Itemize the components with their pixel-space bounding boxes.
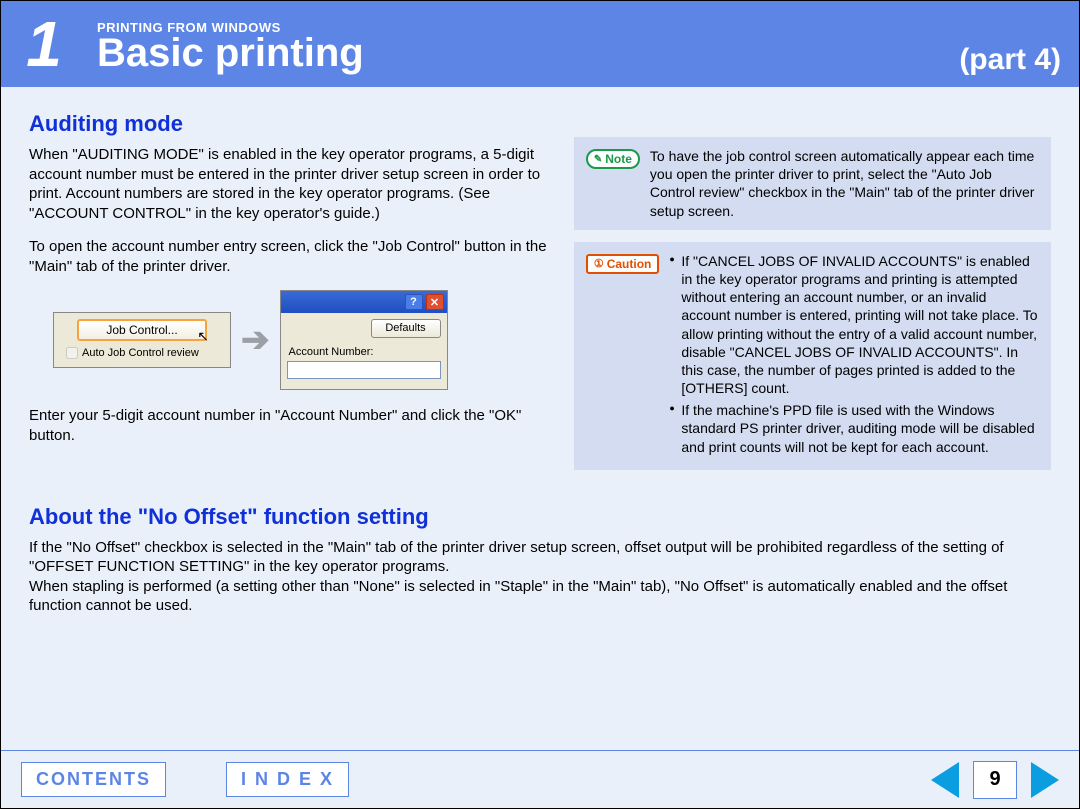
index-button[interactable]: I N D E X — [226, 762, 349, 797]
screenshot-row: Job Control... ↖ Auto Job Control review… — [53, 290, 556, 390]
screenshot-account-number: ? ✕ Defaults Account Number: — [280, 290, 448, 390]
job-control-button-label: Job Control... — [106, 323, 177, 337]
caution-list: If "CANCEL JOBS OF INVALID ACCOUNTS" is … — [669, 252, 1039, 460]
caution-callout: Caution If "CANCEL JOBS OF INVALID ACCOU… — [574, 242, 1051, 470]
section-heading-no-offset: About the "No Offset" function setting — [29, 504, 1051, 530]
header-titles: PRINTING FROM WINDOWS Basic printing — [97, 16, 364, 73]
caution-badge: Caution — [586, 254, 660, 274]
prev-page-button[interactable] — [931, 762, 959, 798]
caution-item: If "CANCEL JOBS OF INVALID ACCOUNTS" is … — [669, 252, 1039, 398]
note-callout: Note To have the job control screen auto… — [574, 137, 1051, 230]
help-icon: ? — [405, 294, 423, 310]
paragraph: If the "No Offset" checkbox is selected … — [29, 538, 1051, 577]
arrow-right-icon: ➔ — [241, 320, 270, 360]
contents-button[interactable]: CONTENTS — [21, 762, 166, 797]
chapter-number: 1 — [1, 1, 87, 87]
auto-job-control-checkbox — [66, 347, 78, 359]
screenshot-job-control: Job Control... ↖ Auto Job Control review — [53, 312, 231, 368]
caution-item: If the machine's PPD file is used with t… — [669, 401, 1039, 456]
next-page-button[interactable] — [1031, 762, 1059, 798]
part-label: (part 4) — [959, 43, 1061, 77]
paragraph: To open the account number entry screen,… — [29, 237, 556, 276]
footer: CONTENTS I N D E X 9 — [1, 750, 1079, 808]
paragraph: Enter your 5-digit account number in "Ac… — [29, 406, 556, 445]
content-area: Auditing mode When "AUDITING MODE" is en… — [1, 87, 1079, 630]
account-number-input — [287, 361, 441, 379]
job-control-button: Job Control... ↖ — [77, 319, 207, 341]
paragraph: When "AUDITING MODE" is enabled in the k… — [29, 145, 556, 223]
note-text: To have the job control screen automatic… — [650, 147, 1039, 220]
account-number-label: Account Number: — [287, 346, 441, 358]
cursor-icon: ↖ — [197, 327, 209, 345]
page-header: 1 PRINTING FROM WINDOWS Basic printing (… — [1, 1, 1079, 87]
auto-job-control-label: Auto Job Control review — [82, 347, 199, 359]
section-heading-auditing: Auditing mode — [29, 111, 556, 137]
defaults-button: Defaults — [371, 319, 441, 338]
page-title: Basic printing — [97, 33, 364, 73]
page-number: 9 — [973, 761, 1017, 799]
paragraph: When stapling is performed (a setting ot… — [29, 577, 1051, 616]
dialog-titlebar: ? ✕ — [281, 291, 447, 313]
auto-job-control-checkbox-row: Auto Job Control review — [60, 347, 224, 359]
note-badge: Note — [586, 149, 640, 169]
close-icon: ✕ — [426, 294, 444, 310]
